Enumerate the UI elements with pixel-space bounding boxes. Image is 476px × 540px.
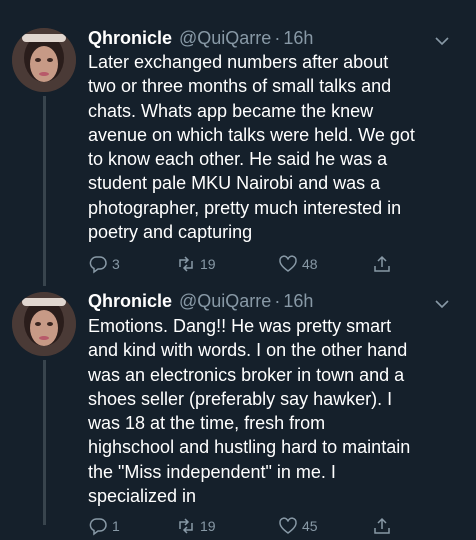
avatar[interactable] [12, 292, 76, 356]
tweet-header: Qhronicle @QuiQarre · 16h [88, 291, 313, 312]
retweet-button[interactable]: 19 [176, 516, 216, 536]
share-icon [374, 517, 390, 534]
timestamp[interactable]: 16h [283, 291, 313, 312]
tweet-text: Emotions. Dang!! He was pretty smart and… [88, 316, 411, 507]
reply-icon [89, 518, 107, 536]
avatar-image [12, 292, 76, 356]
tweet[interactable]: Qhronicle @QuiQarre · 16h Emotions. Dang… [0, 0, 476, 536]
display-name[interactable]: Qhronicle [88, 291, 172, 312]
user-handle[interactable]: @QuiQarre [179, 291, 271, 312]
like-count: 45 [302, 518, 318, 534]
reply-count: 1 [112, 518, 120, 534]
chevron-down-icon[interactable] [434, 296, 450, 312]
retweet-count: 19 [200, 518, 216, 534]
retweet-icon [179, 518, 193, 534]
heart-icon [279, 517, 297, 534]
reply-button[interactable]: 1 [88, 516, 120, 536]
separator: · [274, 291, 281, 311]
share-button[interactable] [372, 516, 392, 536]
tweet-actions: 1 19 45 [88, 516, 408, 540]
like-button[interactable]: 45 [278, 516, 318, 536]
